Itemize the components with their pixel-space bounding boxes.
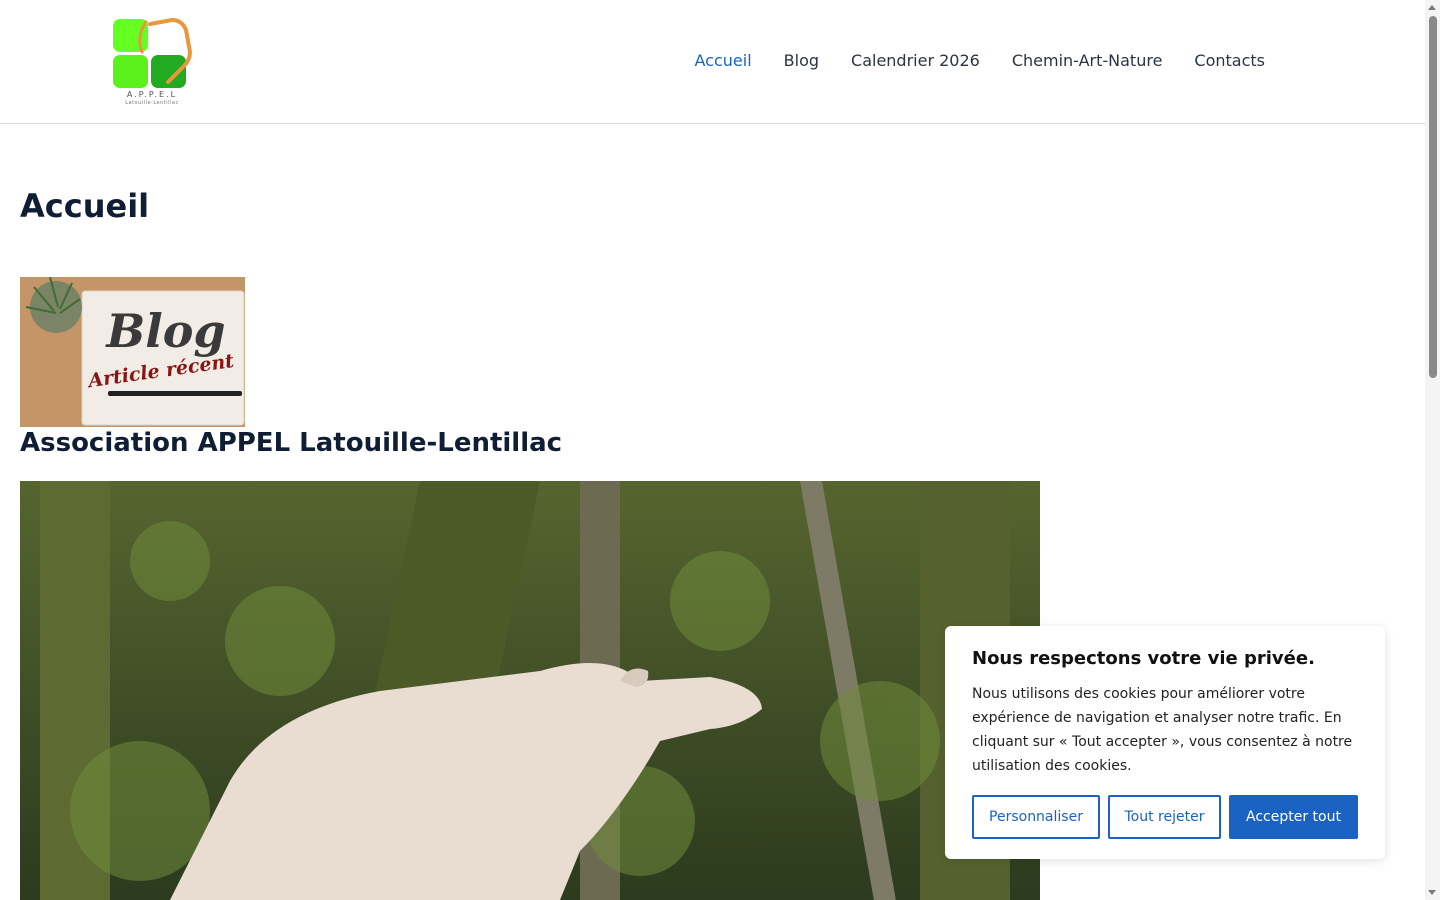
- page-scrollbar[interactable]: [1425, 0, 1440, 900]
- nav-item-accueil[interactable]: Accueil: [679, 50, 768, 72]
- reject-all-button[interactable]: Tout rejeter: [1108, 795, 1221, 839]
- page-title: Accueil: [20, 187, 150, 225]
- main-nav: Accueil Blog Calendrier 2026 Chemin-Art-…: [679, 50, 1282, 72]
- site-logo[interactable]: A.P.P.E.L Latouille-Lentillac: [110, 16, 194, 108]
- scrollbar-thumb[interactable]: [1429, 16, 1437, 378]
- cookie-consent-banner: Nous respectons votre vie privée. Nous u…: [945, 626, 1385, 859]
- cookie-banner-title: Nous respectons votre vie privée.: [972, 648, 1315, 669]
- blog-thumbnail-graphic: Blog Article récent: [20, 277, 245, 427]
- scroll-up-icon[interactable]: [1428, 5, 1436, 10]
- blog-thumbnail-title: Blog: [104, 304, 225, 358]
- hero-photo-graphic: [20, 481, 1040, 900]
- scroll-down-icon[interactable]: [1428, 890, 1436, 895]
- cookie-banner-text: Nous utilisons des cookies pour améliore…: [972, 686, 1353, 774]
- logo-subtext: Latouille-Lentillac: [125, 100, 179, 106]
- hero-image: [20, 481, 1040, 900]
- customize-button[interactable]: Personnaliser: [972, 795, 1100, 839]
- nav-item-contacts[interactable]: Contacts: [1178, 50, 1281, 72]
- association-title: Association APPEL Latouille-Lentillac: [20, 428, 563, 458]
- logo-text: A.P.P.E.L: [126, 90, 178, 99]
- accept-all-button[interactable]: Accepter tout: [1229, 795, 1358, 839]
- nav-item-calendrier[interactable]: Calendrier 2026: [835, 50, 996, 72]
- blog-thumbnail-image[interactable]: Blog Article récent: [20, 277, 245, 427]
- nav-item-chemin-art-nature[interactable]: Chemin-Art-Nature: [996, 50, 1179, 72]
- site-header: A.P.P.E.L Latouille-Lentillac Accueil Bl…: [0, 0, 1425, 124]
- logo-mark-icon: [113, 17, 193, 88]
- nav-item-blog[interactable]: Blog: [768, 50, 835, 72]
